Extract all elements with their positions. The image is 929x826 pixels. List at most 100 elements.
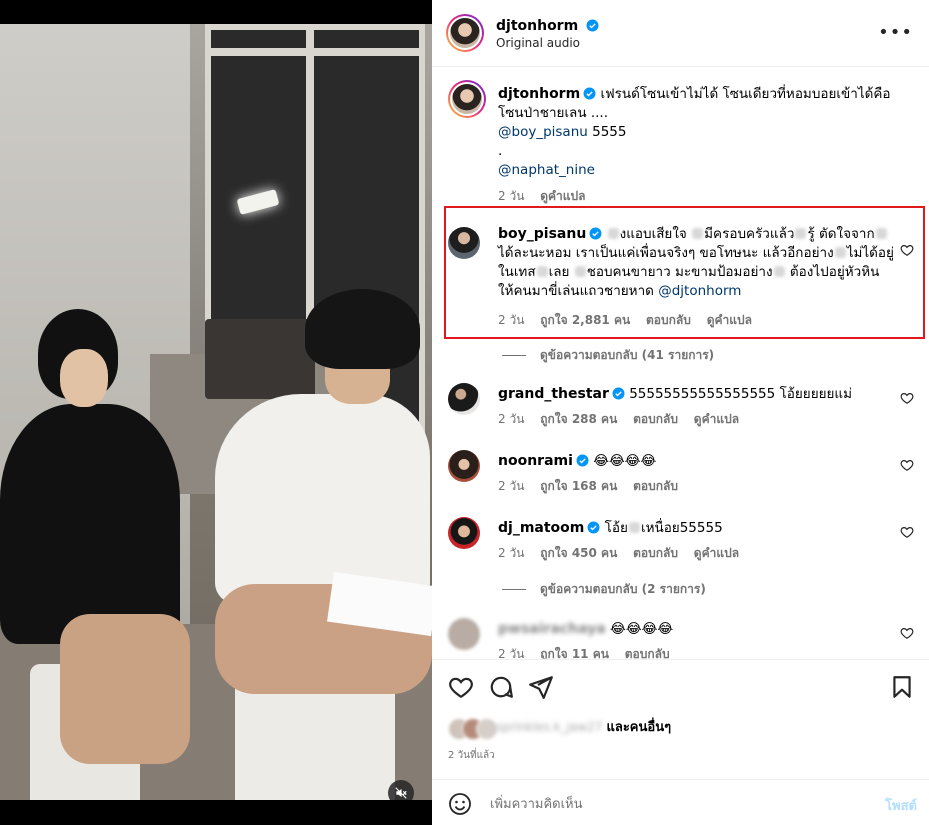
comment-text: 😂😂😂😂 xyxy=(593,453,657,469)
caption-avatar[interactable] xyxy=(448,80,486,118)
comments-list[interactable]: djtonhorm เฟรนด์โซนเข้าไม่ได้ โซนเดียวที… xyxy=(432,67,929,659)
verified-badge-icon xyxy=(586,19,599,32)
view-replies-button[interactable]: ดูข้อความตอบกลับ (2 รายการ) xyxy=(502,580,706,599)
verified-badge-icon xyxy=(576,454,589,467)
commenter-avatar[interactable] xyxy=(448,383,480,415)
liked-by-others[interactable]: และคนอื่นๆ xyxy=(606,720,671,735)
share-send-icon[interactable] xyxy=(528,674,554,700)
censor-blur xyxy=(875,228,887,239)
comment-username[interactable]: pwsairachaya xyxy=(498,621,606,637)
video-panel[interactable] xyxy=(0,0,432,825)
comment-like-count[interactable]: ถูกใจ 2,881 คน xyxy=(540,313,630,327)
translate-button[interactable]: ดูคำแปล xyxy=(694,546,739,560)
comment-text-part: งแอบเสียใจ xyxy=(619,226,687,242)
like-heart-icon[interactable] xyxy=(900,243,914,257)
caption-mention-boy[interactable]: @boy_pisanu xyxy=(498,124,588,140)
comment-like-count[interactable]: ถูกใจ 168 คน xyxy=(540,479,617,493)
author-avatar[interactable] xyxy=(446,14,484,52)
like-heart-icon[interactable] xyxy=(900,458,914,472)
comment-time[interactable]: 2 วัน xyxy=(498,647,524,659)
like-heart-icon[interactable] xyxy=(900,626,914,640)
comment-text: 55555555555555555 โอ้ยยยยยแม่ xyxy=(629,386,853,402)
speaker-muted-icon xyxy=(395,787,407,799)
comment-text: โอ้ย xyxy=(604,520,628,536)
woman-face xyxy=(60,349,108,407)
post-video[interactable] xyxy=(0,24,432,800)
comment-username[interactable]: dj_matoom xyxy=(498,520,584,536)
view-replies-label: ดูข้อความตอบกลับ (41 รายการ) xyxy=(540,348,715,362)
comment-time[interactable]: 2 วัน xyxy=(498,546,524,560)
view-replies-button[interactable]: ดูข้อความตอบกลับ (41 รายการ) xyxy=(502,346,714,365)
comment-dj-matoom: dj_matoom โอ้ย เหนื่อย55555 2 วัน ถูกใจ 4… xyxy=(448,517,918,567)
post-comment-button[interactable]: โพสต์ xyxy=(885,795,917,816)
censor-blur xyxy=(795,228,807,239)
comment-like-count[interactable]: ถูกใจ 450 คน xyxy=(540,546,617,560)
censor-blur xyxy=(607,228,619,239)
commenter-avatar[interactable] xyxy=(448,450,480,482)
caption-dot: . xyxy=(498,143,503,159)
author-username[interactable]: djtonhorm xyxy=(496,18,578,34)
comment-pwsairachaya: pwsairachaya 😂😂😂😂 2 วัน ถูกใจ 11 คน ตอบก… xyxy=(448,618,918,659)
reply-button[interactable]: ตอบกลับ xyxy=(633,412,678,426)
censor-blur xyxy=(773,266,785,277)
censor-blur xyxy=(628,522,640,533)
man-hair xyxy=(305,289,420,369)
like-heart-icon[interactable] xyxy=(448,674,474,700)
verified-badge-icon xyxy=(583,87,596,100)
like-heart-icon[interactable] xyxy=(900,525,914,539)
caption-mention-naphat[interactable]: @naphat_nine xyxy=(498,162,595,178)
comment-input[interactable] xyxy=(488,790,852,818)
censor-blur xyxy=(692,228,704,239)
translate-button[interactable]: ดูคำแปล xyxy=(707,313,752,327)
liked-by-username[interactable]: sprinkles.k_jaw27 xyxy=(496,720,602,734)
comment-username[interactable]: boy_pisanu xyxy=(498,226,586,242)
comment-text-part: ได้ละนะหอม เราเป็นแค่เพื่อนจริงๆ ขอโทษนะ… xyxy=(498,245,834,261)
mute-button[interactable] xyxy=(388,780,414,800)
commenter-avatar[interactable] xyxy=(448,618,480,650)
comment-username[interactable]: grand_thestar xyxy=(498,386,609,402)
comment-time[interactable]: 2 วัน xyxy=(498,313,524,327)
comment-time[interactable]: 2 วัน xyxy=(498,479,524,493)
comment-bubble-icon[interactable] xyxy=(488,674,514,700)
bookmark-save-icon[interactable] xyxy=(889,674,915,700)
comment-like-count[interactable]: ถูกใจ 11 คน xyxy=(540,647,609,659)
post-time-ago[interactable]: 2 วันที่แล้ว xyxy=(448,748,495,763)
comment-text-part: เลย xyxy=(548,264,570,280)
comment-text-part: รู้ ตัดใจจาก xyxy=(807,226,875,242)
emoji-smiley-icon[interactable] xyxy=(448,792,472,816)
woman-legs xyxy=(60,614,190,764)
comment-text: เหนื่อย55555 xyxy=(640,520,723,536)
like-heart-icon[interactable] xyxy=(900,391,914,405)
audio-label[interactable]: Original audio xyxy=(496,36,580,50)
reply-button[interactable]: ตอบกลับ xyxy=(646,313,691,327)
commenter-avatar[interactable] xyxy=(448,517,480,549)
reply-button[interactable]: ตอบกลับ xyxy=(633,479,678,493)
action-bar: sprinkles.k_jaw27 และคนอื่นๆ 2 วันที่แล้… xyxy=(432,659,929,780)
post-sidebar: djtonhorm Original audio ••• djtonhorm เ… xyxy=(432,0,929,825)
comment-like-count[interactable]: ถูกใจ 288 คน xyxy=(540,412,617,426)
comment-boy-pisanu: boy_pisanu งแอบเสียใจ มีครอบครัวแล้ว รู้ … xyxy=(448,225,918,335)
censor-blur xyxy=(834,247,846,258)
censor-blur xyxy=(536,266,548,277)
reply-button[interactable]: ตอบกลับ xyxy=(633,546,678,560)
add-comment-bar: โพสต์ xyxy=(432,779,929,826)
comment-text-part: ชอบคนขายาว มะขามป้อมอย่าง xyxy=(586,264,773,280)
caption-time[interactable]: 2 วัน xyxy=(498,189,524,203)
caption-laugh: 5555 xyxy=(592,124,627,140)
translate-button[interactable]: ดูคำแปล xyxy=(694,412,739,426)
comment-time[interactable]: 2 วัน xyxy=(498,412,524,426)
makeup-case xyxy=(205,319,315,399)
more-options-icon[interactable]: ••• xyxy=(878,22,913,43)
verified-badge-icon xyxy=(589,227,602,240)
post-caption: djtonhorm เฟรนด์โซนเข้าไม่ได้ โซนเดียวที… xyxy=(448,80,918,210)
comment-mention[interactable]: @djtonhorm xyxy=(658,283,741,299)
verified-badge-icon xyxy=(612,387,625,400)
reply-button[interactable]: ตอบกลับ xyxy=(625,647,670,659)
caption-username[interactable]: djtonhorm xyxy=(498,86,580,102)
commenter-avatar[interactable] xyxy=(448,227,480,259)
liked-by-summary[interactable]: sprinkles.k_jaw27 และคนอื่นๆ xyxy=(448,716,671,740)
censor-blur xyxy=(574,266,586,277)
comment-username[interactable]: noonrami xyxy=(498,453,573,469)
caption-translate[interactable]: ดูคำแปล xyxy=(540,189,585,203)
comment-noonrami: noonrami 😂😂😂😂 2 วัน ถูกใจ 168 คน ตอบกลับ xyxy=(448,450,918,500)
